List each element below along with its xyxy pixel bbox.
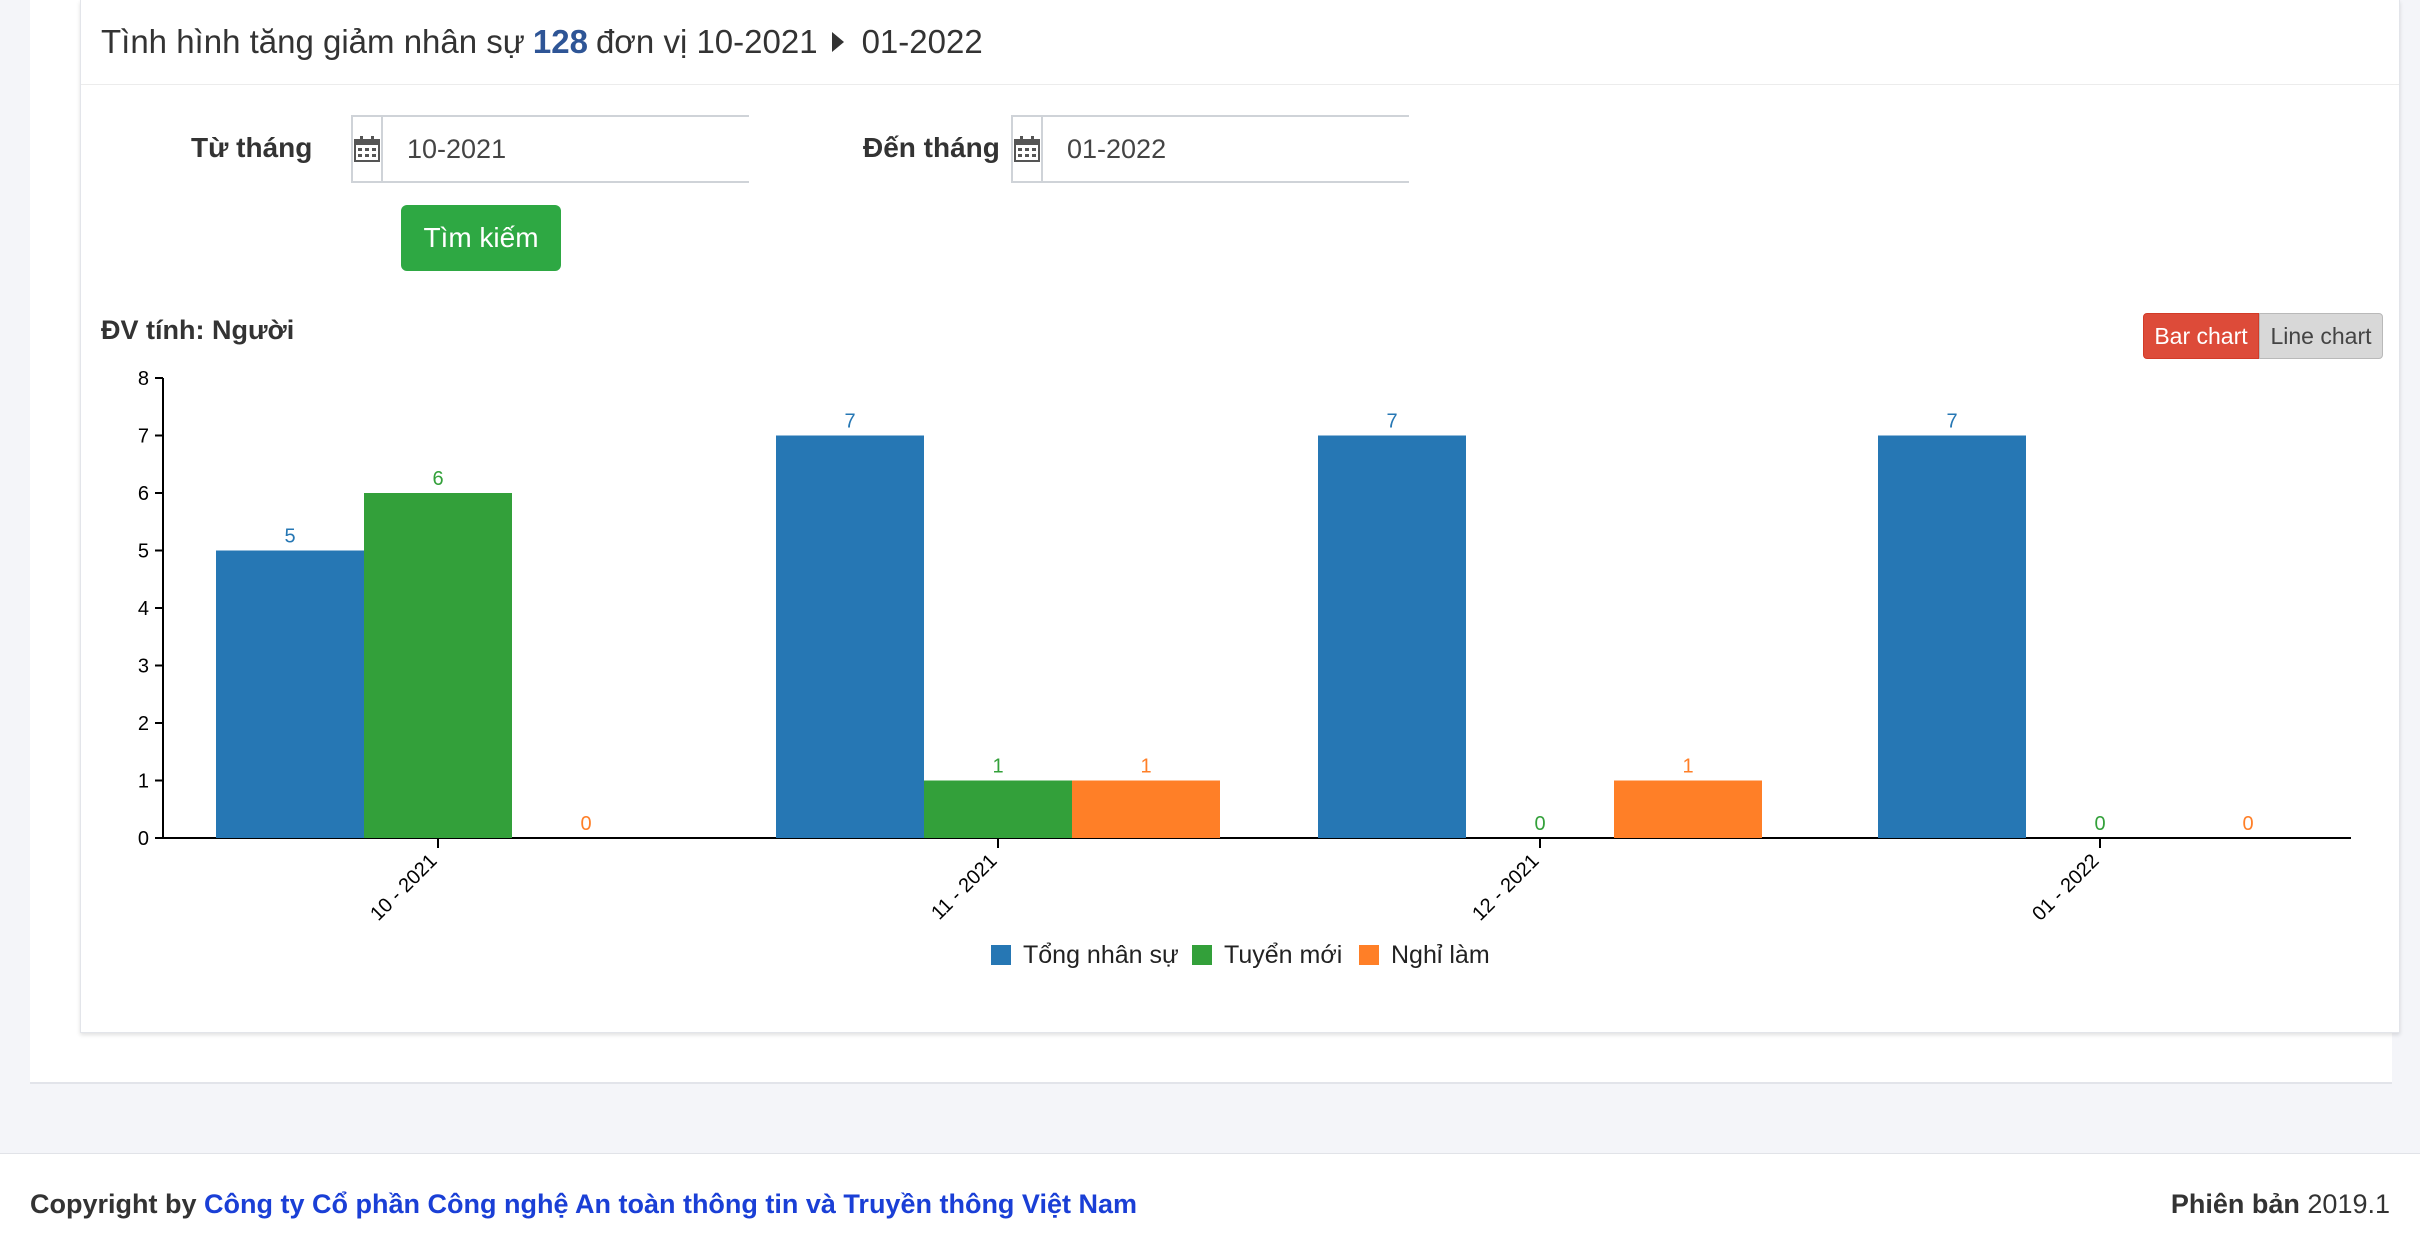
x-tick-label: 10 - 2021 (366, 850, 441, 925)
bar (364, 493, 512, 838)
y-tick-label: 6 (138, 483, 149, 505)
data-label: 5 (284, 526, 295, 548)
bar (1614, 780, 1762, 838)
legend-swatch (1359, 945, 1379, 965)
bar (216, 550, 364, 838)
x-tick-label: 01 - 2022 (2028, 850, 2103, 925)
data-label: 0 (2094, 813, 2105, 835)
legend-swatch (1192, 945, 1212, 965)
legend-label: Tổng nhân sự (1023, 941, 1179, 969)
copyright-label: Copyright by (30, 1189, 197, 1219)
version-label: Phiên bản (2170, 1189, 2300, 1219)
legend-label: Tuyển mới (1224, 941, 1342, 969)
report-card: Tình hình tăng giảm nhân sự 128 đơn vị 1… (80, 0, 2400, 1033)
data-label: 0 (1534, 813, 1545, 835)
y-tick-label: 7 (138, 426, 149, 448)
y-tick-label: 4 (138, 598, 149, 620)
data-label: 7 (1386, 411, 1397, 433)
data-label: 7 (1946, 411, 1957, 433)
data-label: 1 (1140, 756, 1151, 778)
content-panel: Tình hình tăng giảm nhân sự 128 đơn vị 1… (30, 0, 2400, 1084)
bar (1318, 435, 1466, 838)
y-tick-label: 1 (138, 771, 149, 793)
version-info: Phiên bản 2019.1 (2171, 1189, 2390, 1220)
version-number: 2019.1 (2307, 1189, 2390, 1219)
bar (1878, 435, 2026, 838)
data-label: 1 (1682, 756, 1693, 778)
footer: Copyright by Công ty Cổ phần Công nghệ A… (0, 1153, 2420, 1259)
data-label: 7 (844, 411, 855, 433)
data-label: 1 (992, 756, 1003, 778)
y-tick-label: 0 (138, 828, 149, 850)
data-label: 0 (580, 813, 591, 835)
x-tick-label: 12 - 2021 (1468, 850, 1543, 925)
bar (776, 435, 924, 838)
data-label: 6 (432, 468, 443, 490)
bar-chart: 0 1 2 3 4 5 6 7 8 5 6 0 10 - 2021 7 1 1 11 - 2021 7 0 1 12 -… (138, 368, 2351, 969)
bar (1072, 780, 1220, 838)
y-tick-label: 2 (138, 713, 149, 735)
company-link[interactable]: Công ty Cổ phần Công nghệ An toàn thông … (204, 1189, 1137, 1219)
bar (924, 780, 1072, 838)
y-tick-label: 8 (138, 368, 149, 390)
data-label: 0 (2242, 813, 2253, 835)
legend-swatch (991, 945, 1011, 965)
y-tick-label: 5 (138, 541, 149, 563)
y-tick-label: 3 (138, 656, 149, 678)
x-tick-label: 11 - 2021 (927, 850, 1001, 924)
legend-label: Nghỉ làm (1391, 941, 1490, 969)
copyright: Copyright by Công ty Cổ phần Công nghệ A… (30, 1189, 1137, 1220)
